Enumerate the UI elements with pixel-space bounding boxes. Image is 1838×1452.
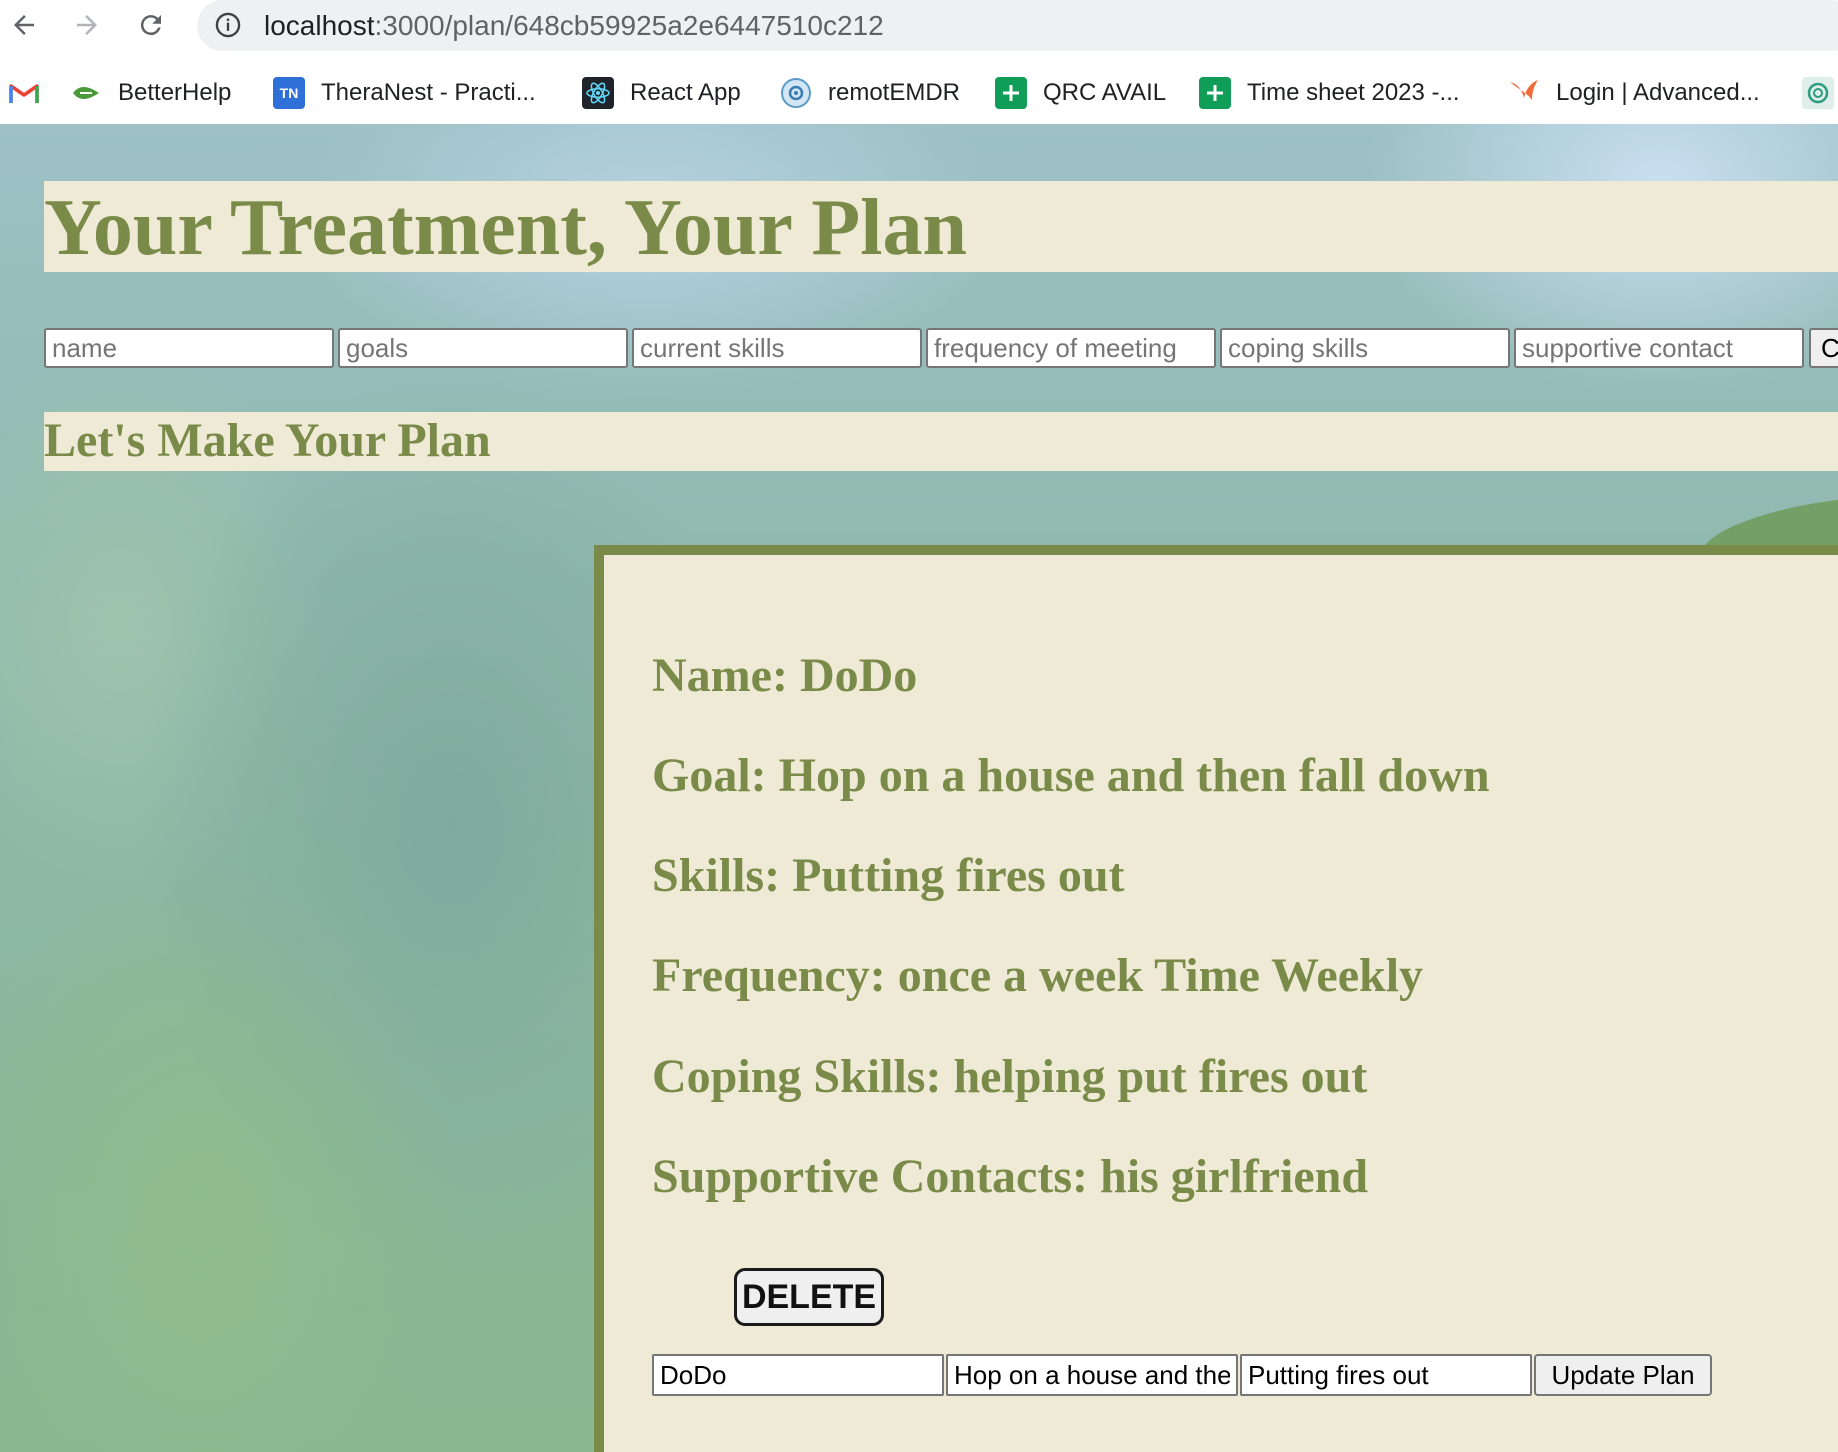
sheets-icon (1199, 77, 1231, 109)
subtitle-banner: Let's Make Your Plan (44, 412, 1838, 471)
create-plan-button[interactable]: C (1809, 328, 1838, 368)
edit-goal-input[interactable] (946, 1354, 1238, 1396)
plan-skills: Skills: Putting fires out (652, 849, 1125, 902)
betterhelp-icon (70, 77, 102, 109)
chatgpt-icon (1802, 77, 1834, 109)
edit-skills-input[interactable] (1240, 1354, 1532, 1396)
bookmark-chatgpt[interactable] (1802, 75, 1838, 111)
url-path: :3000/plan/648cb59925a2e6447510c212 (374, 10, 884, 41)
plan-coping-skills: Coping Skills: helping put fires out (652, 1050, 1368, 1103)
url-host: localhost (264, 10, 375, 41)
update-plan-button[interactable]: Update Plan (1534, 1354, 1712, 1396)
plan-name: Name: DoDo (652, 649, 918, 702)
edit-name-input[interactable] (652, 1354, 944, 1396)
gmail-icon (8, 77, 40, 109)
update-plan-form: Update Plan (652, 1354, 1838, 1398)
bookmark-react-app[interactable]: React App (582, 75, 741, 111)
address-bar[interactable]: localhost:3000/plan/648cb59925a2e6447510… (197, 0, 1838, 51)
bookmark-label: remotEMDR (828, 79, 961, 106)
bookmark-label: React App (630, 79, 741, 106)
sheets-icon (995, 77, 1027, 109)
bird-icon (1508, 77, 1540, 109)
reload-icon[interactable] (130, 4, 172, 46)
current-skills-input[interactable] (632, 328, 922, 368)
supportive-contact-input[interactable] (1514, 328, 1804, 368)
bookmark-label: BetterHelp (118, 79, 232, 106)
back-arrow-icon[interactable] (3, 4, 45, 46)
bookmark-remotemdr[interactable]: remotEMDR (780, 75, 960, 111)
bookmarks-bar: BetterHelp TN TheraNest - Practi... Reac… (0, 68, 1838, 118)
bookmark-label: TheraNest - Practi... (321, 79, 536, 106)
theranest-icon: TN (273, 77, 305, 109)
delete-button[interactable]: DELETE (734, 1268, 884, 1326)
browser-toolbar: localhost:3000/plan/648cb59925a2e6447510… (0, 0, 1838, 51)
bookmark-label: Login | Advanced... (1556, 79, 1760, 106)
bookmark-label: Time sheet 2023 -... (1247, 79, 1460, 106)
url-text: localhost:3000/plan/648cb59925a2e6447510… (264, 10, 884, 42)
bookmark-time-sheet[interactable]: Time sheet 2023 -... (1199, 75, 1460, 111)
frequency-input[interactable] (926, 328, 1216, 368)
forward-arrow-icon[interactable] (66, 4, 108, 46)
coping-skills-input[interactable] (1220, 328, 1510, 368)
page-viewport: Your Treatment, Your Plan C Let's Make Y… (0, 124, 1838, 1452)
remotemdr-icon (780, 77, 812, 109)
create-plan-form: C (44, 328, 1838, 372)
bookmark-gmail[interactable] (8, 75, 40, 111)
bookmark-theranest[interactable]: TN TheraNest - Practi... (273, 75, 536, 111)
page-title: Your Treatment, Your Plan (44, 184, 968, 272)
section-subtitle: Let's Make Your Plan (44, 414, 491, 467)
name-input[interactable] (44, 328, 334, 368)
site-info-icon[interactable] (214, 11, 242, 39)
react-icon (582, 77, 614, 109)
plan-supportive-contacts: Supportive Contacts: his girlfriend (652, 1150, 1369, 1203)
bookmark-betterhelp[interactable]: BetterHelp (70, 75, 231, 111)
bookmark-label: QRC AVAIL (1043, 79, 1167, 106)
plan-card: Name: DoDo Goal: Hop on a house and then… (594, 545, 1838, 1452)
plan-frequency: Frequency: once a week Time Weekly (652, 949, 1424, 1002)
goals-input[interactable] (338, 328, 628, 368)
bookmark-qrc-avail[interactable]: QRC AVAIL (995, 75, 1166, 111)
plan-goal: Goal: Hop on a house and then fall down (652, 749, 1490, 802)
bookmark-login-advanced[interactable]: Login | Advanced... (1508, 75, 1760, 111)
